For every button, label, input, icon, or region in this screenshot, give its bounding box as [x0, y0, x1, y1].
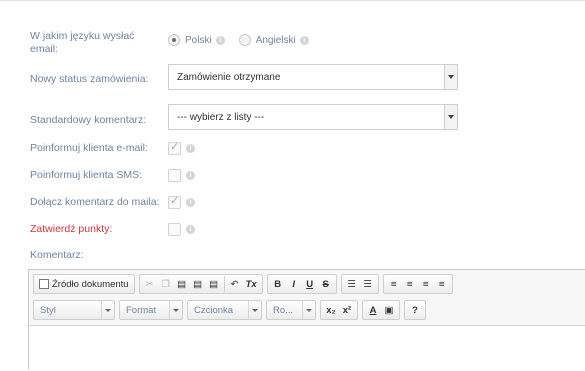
font-combo-label: Czcionka	[194, 304, 234, 316]
script-group: x₂ x²	[320, 300, 358, 320]
paste-word-icon[interactable]: ▤	[206, 275, 222, 293]
align-right-icon[interactable]: ≡	[418, 275, 434, 293]
chevron-down-icon	[169, 301, 182, 319]
cut-icon[interactable]: ✂	[142, 275, 158, 293]
standard-comment-select[interactable]: --- wybierz z listy ---	[168, 104, 458, 130]
strike-button[interactable]: S	[318, 275, 334, 293]
standard-comment-value: --- wybierz z listy ---	[177, 112, 265, 123]
align-group: ≡ ≡ ≡ ≡	[382, 274, 453, 294]
radio-angielski[interactable]	[238, 34, 251, 46]
background-color-icon[interactable]: ▣	[381, 301, 397, 319]
paste-text-icon[interactable]: ▤	[190, 275, 206, 293]
basic-style-group: B I U S	[266, 274, 337, 294]
status-select-value: Zamówienie otrzymane	[177, 72, 281, 83]
remove-format-button[interactable]: Tx	[243, 275, 260, 293]
toolbar-separator	[223, 276, 225, 292]
subscript-button[interactable]: x₂	[323, 301, 339, 319]
info-icon: i	[299, 35, 309, 45]
comment-textarea-label: Komentarz:	[30, 249, 84, 261]
source-button-label: Źródło dokumentu	[52, 278, 129, 290]
bold-button[interactable]: B	[270, 275, 286, 293]
size-combo[interactable]: Ro...	[266, 300, 316, 320]
undo-icon[interactable]: ↶	[227, 275, 243, 293]
status-select[interactable]: Zamówienie otrzymane	[168, 64, 458, 90]
editor-content-area[interactable]	[29, 325, 585, 371]
copy-icon[interactable]: ❐	[158, 275, 174, 293]
radio-angielski-label: Angielski	[255, 34, 296, 46]
info-icon: i	[186, 225, 195, 234]
help-button[interactable]: ?	[407, 301, 423, 319]
align-left-icon[interactable]: ≡	[386, 275, 402, 293]
language-label: W jakim języku wysłać email:	[30, 30, 135, 55]
radio-polski-label: Polski	[185, 34, 212, 46]
italic-button[interactable]: I	[286, 275, 302, 293]
chevron-down-icon[interactable]	[444, 65, 457, 89]
numbered-list-icon[interactable]: ☰	[344, 275, 360, 293]
paste-icon[interactable]: ▤	[174, 275, 190, 293]
editor-toolbar-row-1: Źródło dokumentu ✂ ❐ ▤ ▤ ▤ ↶ Tx B I U S …	[33, 274, 457, 294]
language-radio-group: Polski i Angielski i	[168, 34, 323, 46]
help-group: ?	[404, 300, 426, 320]
info-icon: i	[186, 144, 195, 153]
rich-text-editor: Źródło dokumentu ✂ ❐ ▤ ▤ ▤ ↶ Tx B I U S …	[28, 269, 585, 371]
editor-toolbar-row-2: Styl Format Czcionka Ro... x₂ x² A ▣ ?	[33, 300, 430, 320]
attach-comment-checkbox[interactable]	[168, 194, 181, 209]
chevron-down-icon	[248, 301, 261, 319]
style-combo[interactable]: Styl	[33, 300, 115, 320]
list-group: ☰ ☰	[340, 274, 379, 294]
superscript-button[interactable]: x²	[339, 301, 355, 319]
confirm-points-checkbox[interactable]	[168, 223, 181, 236]
attach-comment-label: Dołącz komentarz do maila:	[30, 196, 160, 208]
source-button[interactable]: Źródło dokumentu	[36, 275, 132, 293]
align-center-icon[interactable]: ≡	[402, 275, 418, 293]
format-combo-label: Format	[126, 304, 157, 316]
style-combo-label: Styl	[40, 304, 56, 316]
radio-polski[interactable]	[168, 34, 180, 46]
source-group: Źródło dokumentu	[33, 274, 135, 294]
color-group: A ▣	[362, 300, 400, 320]
text-color-button[interactable]: A	[365, 301, 381, 319]
info-icon: i	[186, 171, 195, 180]
notify-sms-checkbox[interactable]	[168, 169, 181, 182]
underline-button[interactable]: U	[302, 275, 318, 293]
standard-comment-label: Standardowy komentarz:	[30, 114, 147, 126]
font-combo[interactable]: Czcionka	[187, 300, 262, 320]
bulleted-list-icon[interactable]: ☰	[360, 275, 376, 293]
confirm-points-label: Zatwierdź punkty:	[30, 223, 113, 235]
info-icon: i	[186, 198, 195, 207]
align-justify-icon[interactable]: ≡	[434, 275, 450, 293]
document-icon	[39, 279, 49, 289]
info-icon: i	[215, 35, 225, 45]
size-combo-label: Ro...	[273, 304, 294, 316]
notify-email-checkbox[interactable]	[168, 140, 181, 155]
order-status-form: W jakim języku wysłać email: Polski i An…	[0, 0, 585, 371]
chevron-down-icon	[302, 301, 315, 319]
notify-email-label: Poinformuj klienta e-mail:	[30, 142, 148, 154]
chevron-down-icon[interactable]	[444, 105, 457, 129]
notify-sms-label: Poinformuj klienta SMS:	[30, 169, 143, 181]
status-label: Nowy status zamówienia:	[30, 73, 149, 85]
chevron-down-icon	[101, 301, 114, 319]
format-combo[interactable]: Format	[119, 300, 183, 320]
clipboard-group: ✂ ❐ ▤ ▤ ▤ ↶ Tx	[138, 274, 263, 294]
